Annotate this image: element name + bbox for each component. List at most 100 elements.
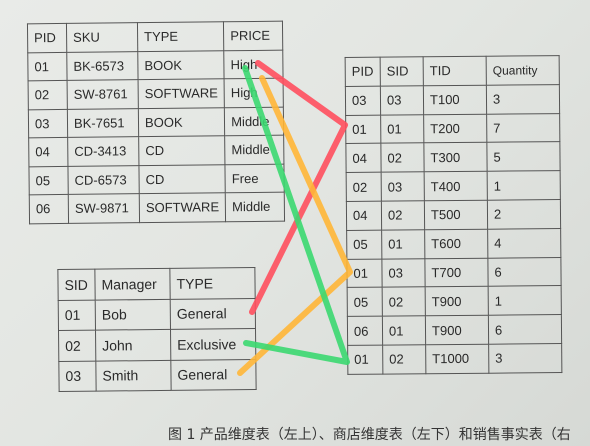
table-cell: Free bbox=[225, 163, 285, 193]
table-cell: 06 bbox=[29, 194, 69, 224]
table-row: 01 BK-6573 BOOK High bbox=[27, 49, 284, 81]
table-cell: 02 bbox=[382, 287, 426, 317]
table-cell: 02 bbox=[58, 330, 96, 362]
table-cell: T900 bbox=[425, 286, 489, 316]
header-cell: TYPE bbox=[169, 267, 256, 299]
table-cell: Bob bbox=[95, 298, 171, 331]
table-cell: Middle bbox=[224, 135, 285, 165]
table-cell: SW-9871 bbox=[68, 193, 140, 223]
figure-caption: 图 1 产品维度表（左上）、商店维度表（左下）和销售事实表（右 bbox=[168, 427, 571, 443]
table-cell: 04 bbox=[28, 137, 68, 167]
table-cell: BOOK bbox=[137, 50, 225, 80]
table-row: 01 03 T700 6 bbox=[346, 257, 562, 288]
table-cell: Smith bbox=[95, 359, 172, 392]
table-cell: Middle bbox=[224, 106, 284, 136]
table-cell: Exclusive bbox=[170, 328, 256, 360]
table-cell: High bbox=[224, 78, 284, 108]
table-cell: 03 bbox=[381, 171, 425, 202]
table-cell: T500 bbox=[424, 200, 488, 230]
table-cell: 03 bbox=[380, 85, 424, 115]
table-cell: Middle bbox=[225, 192, 285, 222]
table-row: 06 01 T900 6 bbox=[347, 314, 562, 346]
table-row: 05 02 T900 1 bbox=[347, 285, 562, 317]
table-cell: 02 bbox=[28, 80, 68, 110]
product-dimension-table: PID SKU TYPE PRICE 01 BK-6573 BOOK High … bbox=[27, 21, 285, 224]
table-cell: 3 bbox=[486, 84, 560, 114]
table-row: 05 CD-6573 CD Free bbox=[28, 163, 285, 195]
table-cell: 01 bbox=[380, 114, 424, 144]
table-header-row: SID Manager TYPE bbox=[57, 267, 256, 301]
table-row: 04 02 T300 5 bbox=[345, 141, 561, 173]
table-row: 06 SW-9871 SOFTWARE Middle bbox=[29, 192, 285, 224]
table-header-row: PID SKU TYPE PRICE bbox=[27, 21, 283, 53]
table-cell: 01 bbox=[347, 345, 383, 375]
table-cell: 01 bbox=[345, 114, 381, 144]
header-cell: PRICE bbox=[223, 21, 283, 51]
table-cell: T400 bbox=[424, 171, 488, 201]
table-row: 02 SW-8761 SOFTWARE High bbox=[28, 78, 284, 110]
table-row: 02 03 T400 1 bbox=[346, 170, 561, 202]
table-row: 03 BK-7651 BOOK Middle bbox=[28, 106, 284, 138]
table-cell: 3 bbox=[488, 343, 562, 373]
sales-fact-table: PID SID TID Quantity 03 03 T100 3 01 01 … bbox=[345, 55, 563, 375]
table-cell: 04 bbox=[345, 143, 382, 173]
table-cell: CD bbox=[138, 135, 226, 166]
table-row: 01 Bob General bbox=[58, 297, 256, 331]
header-cell: SID bbox=[380, 56, 424, 86]
table-cell: 02 bbox=[380, 143, 425, 173]
header-cell: TYPE bbox=[137, 21, 224, 52]
header-cell: Quantity bbox=[486, 55, 560, 86]
table-cell: 01 bbox=[27, 51, 68, 81]
table-row: 04 CD-3413 CD Middle bbox=[28, 135, 285, 167]
table-cell: 2 bbox=[487, 199, 561, 229]
table-cell: 1 bbox=[487, 170, 561, 201]
header-cell: SKU bbox=[66, 22, 138, 52]
table-cell: BK-6573 bbox=[66, 51, 139, 81]
table-row: 03 03 T100 3 bbox=[345, 84, 560, 116]
table-cell: 5 bbox=[486, 141, 561, 172]
table-row: 05 01 T600 4 bbox=[346, 228, 561, 260]
table-cell: 05 bbox=[347, 287, 383, 317]
table-cell: 02 bbox=[346, 172, 382, 202]
table-cell: 05 bbox=[28, 165, 69, 195]
table-cell: 6 bbox=[487, 257, 562, 287]
table-cell: T200 bbox=[423, 113, 487, 144]
table-cell: 04 bbox=[346, 201, 382, 231]
header-cell: Manager bbox=[94, 268, 171, 300]
table-cell: CD bbox=[138, 164, 226, 194]
table-cell: T1000 bbox=[425, 344, 489, 374]
table-cell: SW-8761 bbox=[67, 79, 139, 109]
table-cell: T700 bbox=[424, 257, 489, 288]
table-cell: BK-7651 bbox=[67, 108, 139, 138]
table-cell: 03 bbox=[381, 258, 426, 288]
table-cell: John bbox=[95, 329, 171, 361]
table-cell: 03 bbox=[58, 360, 97, 392]
table-cell: T100 bbox=[423, 85, 487, 115]
table-row: 04 02 T500 2 bbox=[346, 199, 561, 231]
table-cell: 4 bbox=[487, 228, 561, 258]
table-row: 01 01 T200 7 bbox=[345, 113, 560, 144]
table-cell: T600 bbox=[424, 228, 488, 259]
table-cell: 06 bbox=[347, 316, 383, 346]
table-row: 02 John Exclusive bbox=[58, 328, 256, 362]
table-cell: SOFTWARE bbox=[139, 192, 226, 223]
table-row: 03 Smith General bbox=[58, 358, 257, 392]
header-cell: TID bbox=[423, 56, 487, 86]
table-cell: CD-6573 bbox=[67, 165, 140, 195]
table-cell: BOOK bbox=[138, 107, 225, 137]
table-cell: 03 bbox=[345, 85, 381, 116]
header-cell: SID bbox=[57, 269, 96, 301]
table-cell: 05 bbox=[346, 229, 382, 260]
table-row: 01 02 T1000 3 bbox=[347, 343, 562, 375]
table-cell: 01 bbox=[58, 299, 96, 331]
document-page: PID SKU TYPE PRICE 01 BK-6573 BOOK High … bbox=[0, 0, 590, 446]
store-dimension-table: SID Manager TYPE 01 Bob General 02 John … bbox=[57, 267, 257, 392]
table-cell: 01 bbox=[382, 315, 426, 346]
table-cell: High bbox=[223, 49, 284, 79]
table-cell: General bbox=[170, 358, 257, 391]
table-cell: 7 bbox=[486, 113, 560, 143]
table-header-row: PID SID TID Quantity bbox=[345, 55, 560, 87]
table-cell: 1 bbox=[488, 285, 562, 316]
table-cell: General bbox=[170, 297, 256, 330]
header-cell: PID bbox=[345, 57, 381, 87]
